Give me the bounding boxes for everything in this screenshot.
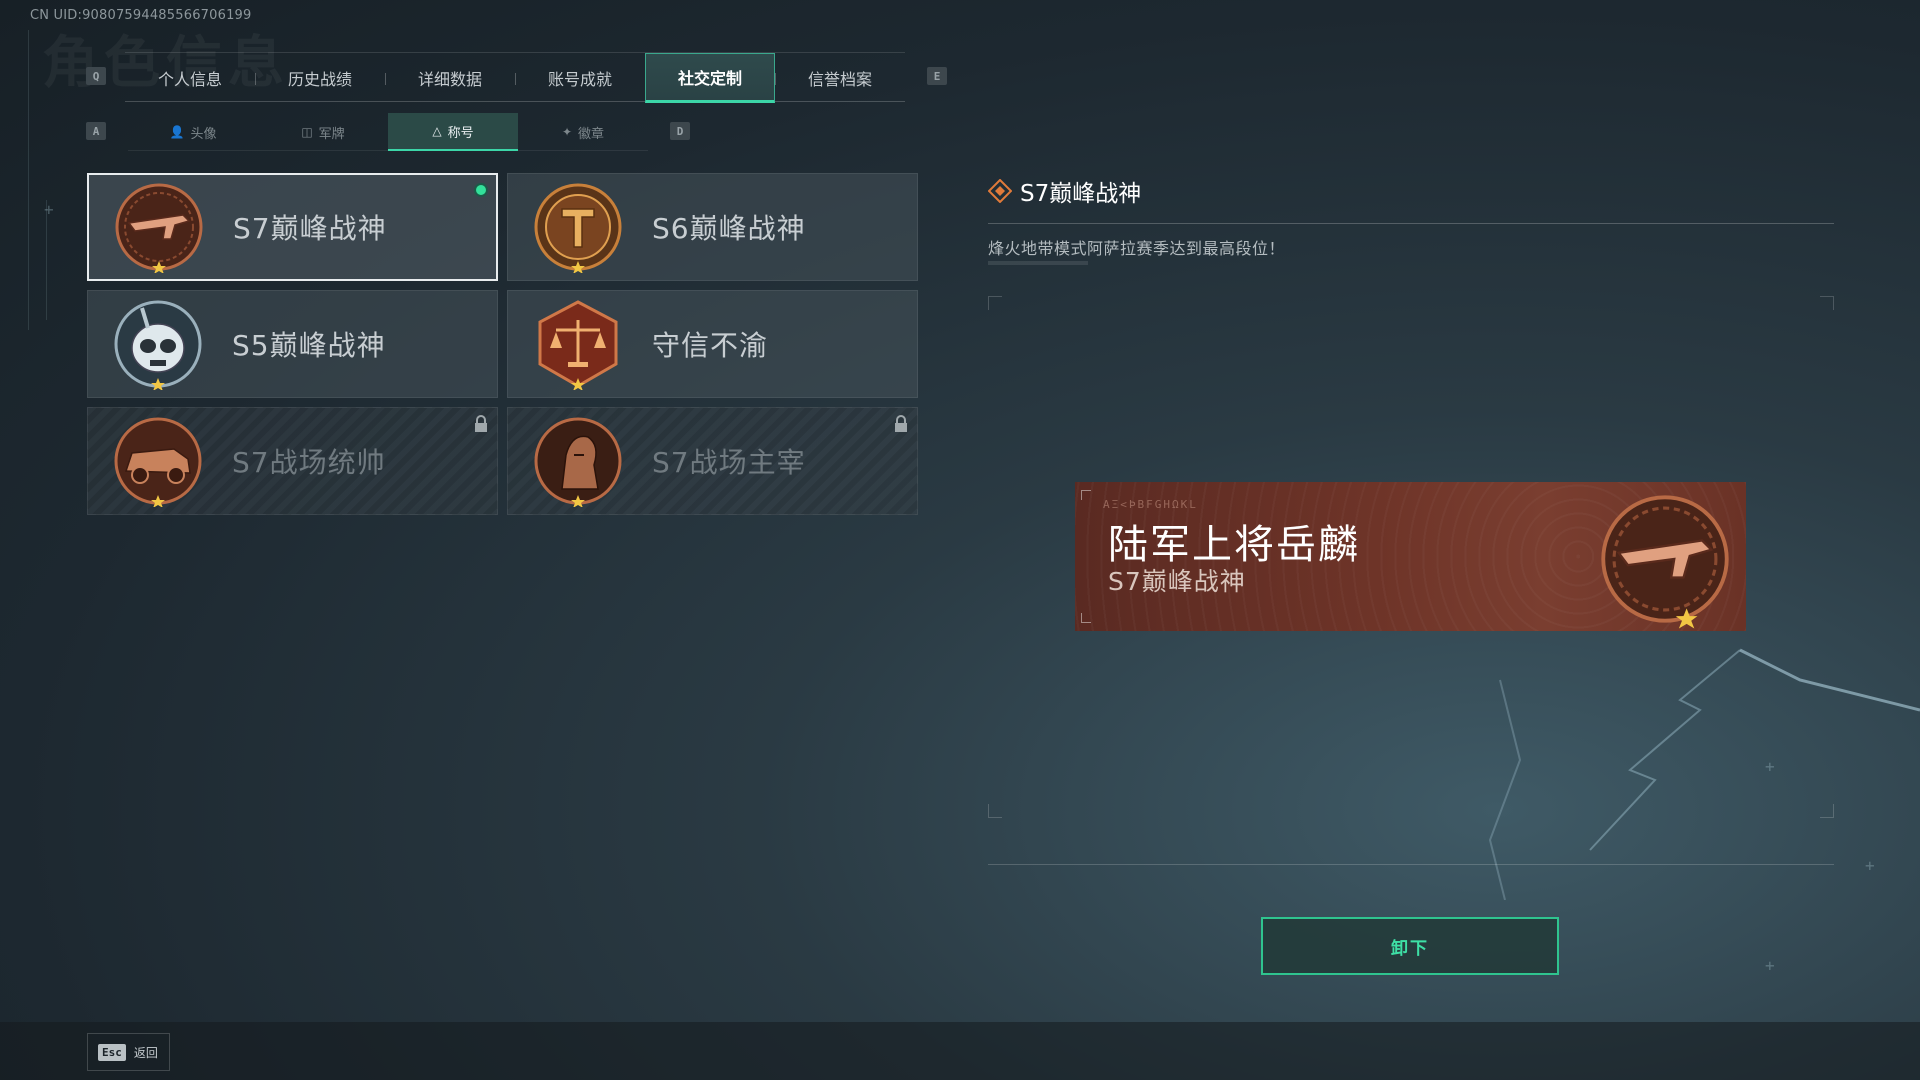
title-card-label: S6巅峰战神 [652,212,806,245]
description-accent-bar [988,261,1088,265]
wings-icon: ✦ [561,125,573,139]
nameplate-bracket [1081,490,1091,500]
title-card-s7-peak[interactable]: S7巅峰战神 [87,173,498,281]
main-tab-bar: 个人信息 历史战绩 详细数据 账号成就 社交定制 信誉档案 [125,52,905,103]
left-frame-line [28,30,29,330]
unequip-button[interactable]: 卸下 [1261,917,1559,975]
title-card-label: S7巅峰战神 [233,212,387,245]
tab-achievements[interactable]: 账号成就 [515,53,645,103]
back-label: 返回 [133,1045,158,1060]
footer-bar [0,1022,1920,1080]
rifle-medal-icon [1601,495,1729,629]
back-button[interactable]: Esc 返回 [87,1033,170,1071]
skull-mask-medal-icon [114,300,202,390]
detail-header: S7巅峰战神 [988,174,1141,208]
subtab-avatar-label: 头像 [190,126,217,142]
next-subtab-key-hint[interactable]: D [670,122,690,140]
title-card-s7-commander[interactable]: S7战场统帅 [87,407,498,515]
nameplate-code: ΑΞ<ÞBFGHΩKL [1103,498,1198,511]
vehicle-medal-icon [114,417,202,507]
scales-medal-icon [538,300,618,390]
nameplate-bracket [1081,613,1091,623]
frame-corner [988,296,1002,310]
dogtag-icon: ◫ [301,125,313,139]
warrior-medal-icon [534,417,622,507]
equipped-indicator [474,183,488,197]
detail-divider [988,223,1834,224]
tab-detailed-data[interactable]: 详细数据 [385,53,515,103]
subtab-dogtag[interactable]: ◫ 军牌 [258,113,388,151]
title-diamond-icon [988,179,1012,203]
lightning-decoration [1488,648,1920,900]
subtab-avatar[interactable]: 👤 头像 [128,113,258,151]
title-card-label: S5巅峰战神 [232,329,386,362]
lock-icon [895,415,907,432]
tab-history[interactable]: 历史战绩 [255,53,385,103]
tab-personal-info[interactable]: 个人信息 [125,53,255,103]
prev-subtab-key-hint[interactable]: A [86,122,106,140]
esc-key-hint: Esc [98,1043,126,1061]
person-icon: 👤 [169,125,185,139]
subtab-dogtag-label: 军牌 [318,126,345,142]
detail-description: 烽火地带模式阿萨拉赛季达到最高段位！ [988,239,1286,258]
subtab-title[interactable]: △ 称号 [388,113,518,151]
sub-tab-bar: 👤 头像 ◫ 军牌 △ 称号 ✦ 徽章 [128,113,648,151]
title-card-s6-peak[interactable]: S6巅峰战神 [507,173,918,281]
frame-corner [1820,296,1834,310]
nameplate-preview: ΑΞ<ÞBFGHΩKL 陆军上将岳麟 S7巅峰战神 [1075,482,1746,631]
detail-title: S7巅峰战神 [1020,181,1142,207]
title-card-label: S7战场主宰 [652,446,806,479]
title-card-label: S7战场统帅 [232,446,386,479]
t-emblem-medal-icon [534,183,622,273]
deco-cross: + [1765,956,1775,975]
subtab-title-label: 称号 [447,125,474,141]
title-card-s5-peak[interactable]: S5巅峰战神 [87,290,498,398]
title-grid: S7巅峰战神 S6巅峰战神 S5巅峰战神 守信不渝 S7战场统帅 S7战场主宰 [87,173,918,515]
title-card-keep-faith[interactable]: 守信不渝 [507,290,918,398]
detail-bottom-divider [988,864,1834,865]
subtab-badge[interactable]: ✦ 徽章 [518,113,648,151]
next-tab-key-hint[interactable]: E [927,67,947,85]
nameplate-title: S7巅峰战神 [1108,567,1246,596]
title-card-label: 守信不渝 [652,329,769,362]
subtab-badge-label: 徽章 [578,126,605,142]
title-card-s7-dominator[interactable]: S7战场主宰 [507,407,918,515]
rifle-medal-icon [115,183,203,273]
triangle-icon: △ [432,124,442,138]
tab-social-customization[interactable]: 社交定制 [645,53,775,103]
prev-tab-key-hint[interactable]: Q [86,67,106,85]
deco-cross: + [44,200,54,219]
lock-icon [475,415,487,432]
frame-corner [988,804,1002,818]
frame-corner [1820,804,1834,818]
player-uid: CN UID:90807594485566706199 [30,8,252,23]
tab-credit-record[interactable]: 信誉档案 [775,53,905,103]
